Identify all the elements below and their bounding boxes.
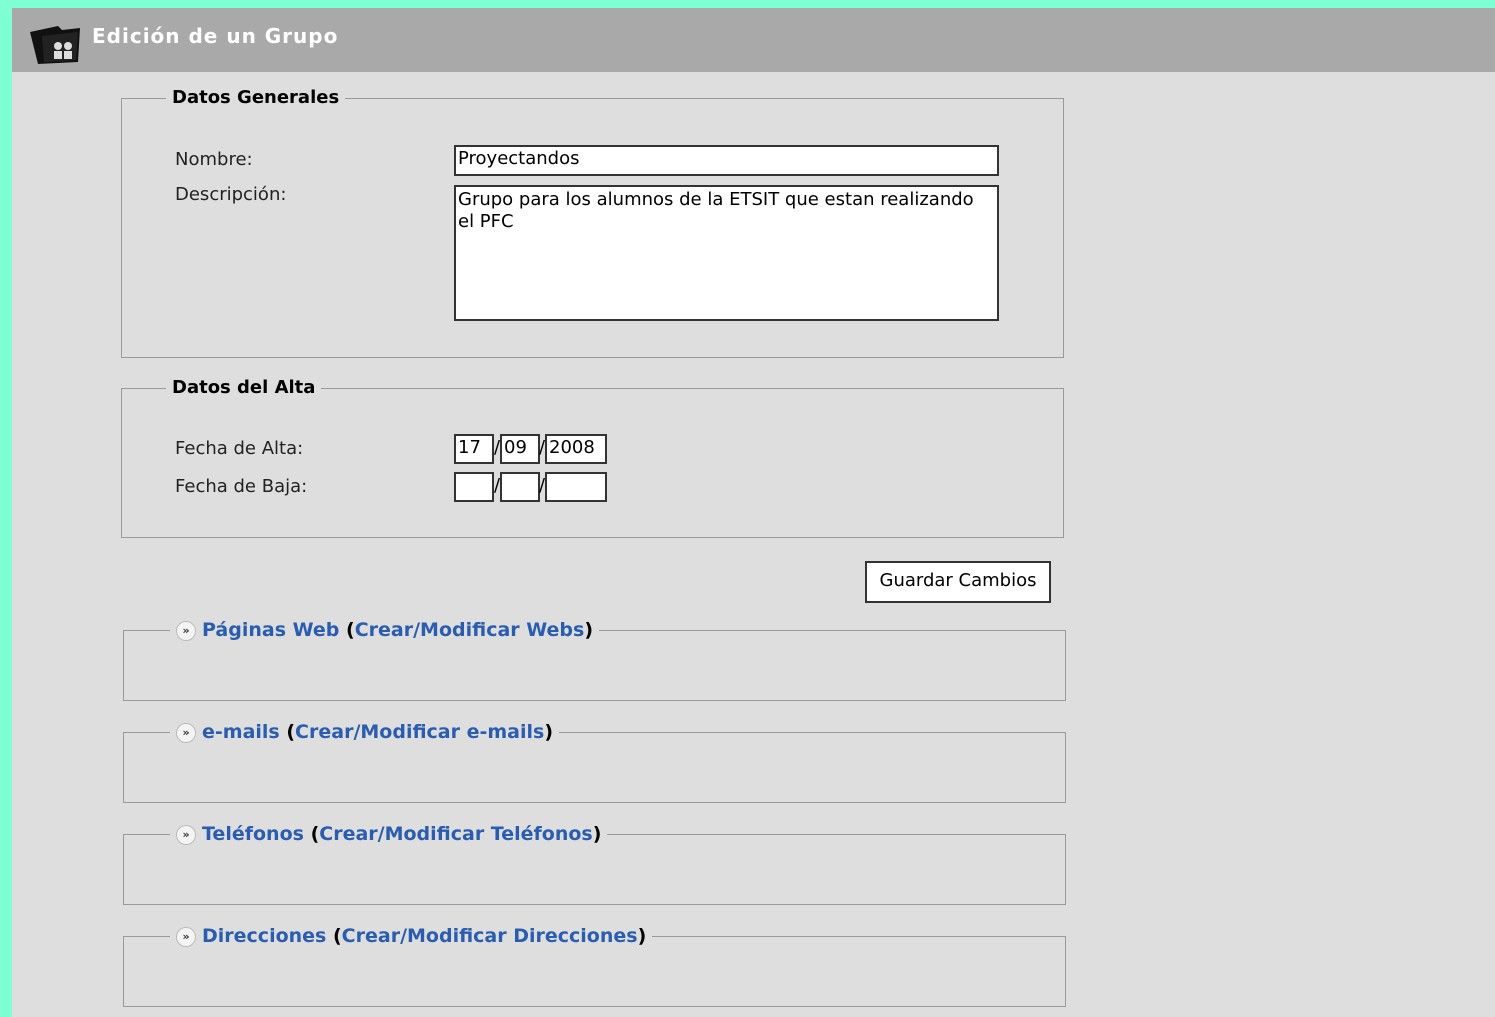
web-pages-toggle-link[interactable]: Páginas Web [202, 619, 339, 641]
open-paren: ( [310, 823, 320, 845]
nombre-label: Nombre: [175, 149, 253, 170]
web-pages-legend: » Páginas Web (Crear/Modificar Webs) [170, 618, 600, 642]
window-title: Edición de un Grupo [92, 24, 339, 48]
emails-section: » e-mails (Crear/Modificar e-mails) [123, 720, 1066, 803]
close-paren: ) [584, 619, 594, 641]
fecha-baja-year[interactable] [545, 472, 607, 502]
fecha-alta-label: Fecha de Alta: [175, 438, 304, 459]
addresses-section: » Direcciones (Crear/Modificar Direccione… [123, 924, 1066, 1007]
phones-toggle-link[interactable]: Teléfonos [202, 823, 304, 845]
open-paren: ( [346, 619, 355, 641]
group-folder-icon [30, 26, 80, 64]
emails-toggle-link[interactable]: e-mails [202, 721, 280, 743]
fecha-alta-month[interactable]: 09 [500, 434, 540, 464]
chevron-down-icon[interactable]: » [176, 722, 196, 743]
open-paren: ( [332, 925, 342, 947]
descripcion-label: Descripción: [175, 184, 287, 205]
phones-legend: » Teléfonos (Crear/Modificar Teléfonos) [170, 822, 608, 846]
general-data-legend: Datos Generales [166, 86, 346, 110]
edit-phones-link[interactable]: Crear/Modificar Teléfonos [319, 823, 593, 845]
close-paren: ) [592, 823, 602, 845]
web-pages-section: » Páginas Web (Crear/Modificar Webs) [123, 618, 1066, 701]
nombre-field[interactable]: Proyectandos [454, 145, 999, 176]
fecha-baja-month[interactable] [500, 472, 540, 502]
save-changes-button[interactable]: Guardar Cambios [865, 561, 1051, 603]
addresses-legend: » Direcciones (Crear/Modificar Direccione… [170, 924, 653, 948]
fecha-alta-year[interactable]: 2008 [545, 434, 607, 464]
fecha-baja-day[interactable] [454, 472, 494, 502]
registration-data-legend: Datos del Alta [166, 376, 322, 400]
close-paren: ) [637, 925, 647, 947]
chevron-down-icon[interactable]: » [176, 620, 196, 641]
title-bar: Edición de un Grupo [12, 8, 1495, 72]
fecha-alta-day[interactable]: 17 [454, 434, 494, 464]
chevron-down-icon[interactable]: » [176, 824, 196, 845]
chevron-down-icon[interactable]: » [176, 926, 196, 947]
fecha-baja-label: Fecha de Baja: [175, 476, 308, 497]
edit-webs-link[interactable]: Crear/Modificar Webs [355, 619, 585, 641]
edit-group-window: Edición de un Grupo Datos Generales Nomb… [12, 8, 1495, 1017]
edit-addresses-link[interactable]: Crear/Modificar Direcciones [342, 925, 638, 947]
close-paren: ) [544, 721, 554, 743]
open-paren: ( [286, 721, 296, 743]
edit-emails-link[interactable]: Crear/Modificar e-mails [295, 721, 544, 743]
emails-legend: » e-mails (Crear/Modificar e-mails) [170, 720, 560, 744]
addresses-toggle-link[interactable]: Direcciones [202, 925, 326, 947]
descripcion-textarea[interactable]: Grupo para los alumnos de la ETSIT que e… [454, 185, 999, 321]
phones-section: » Teléfonos (Crear/Modificar Teléfonos) [123, 822, 1066, 905]
